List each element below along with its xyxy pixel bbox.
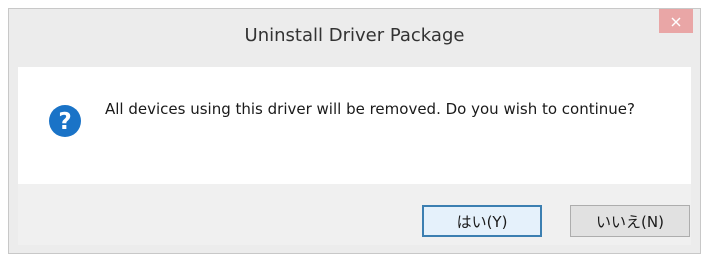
- uninstall-dialog: Uninstall Driver Package ? All devices u…: [8, 8, 701, 254]
- close-icon: [671, 12, 681, 31]
- close-button[interactable]: [659, 9, 693, 33]
- title-bar[interactable]: Uninstall Driver Package: [9, 9, 700, 67]
- svg-text:?: ?: [58, 109, 71, 135]
- button-bar: はい(Y) いいえ(N): [18, 184, 691, 245]
- dialog-message: All devices using this driver will be re…: [105, 100, 635, 118]
- dialog-title: Uninstall Driver Package: [244, 25, 465, 46]
- dialog-body: ? All devices using this driver will be …: [18, 67, 691, 245]
- yes-button[interactable]: はい(Y): [422, 205, 542, 237]
- no-button[interactable]: いいえ(N): [570, 205, 690, 237]
- message-area: ? All devices using this driver will be …: [18, 67, 691, 184]
- question-icon: ?: [49, 105, 81, 137]
